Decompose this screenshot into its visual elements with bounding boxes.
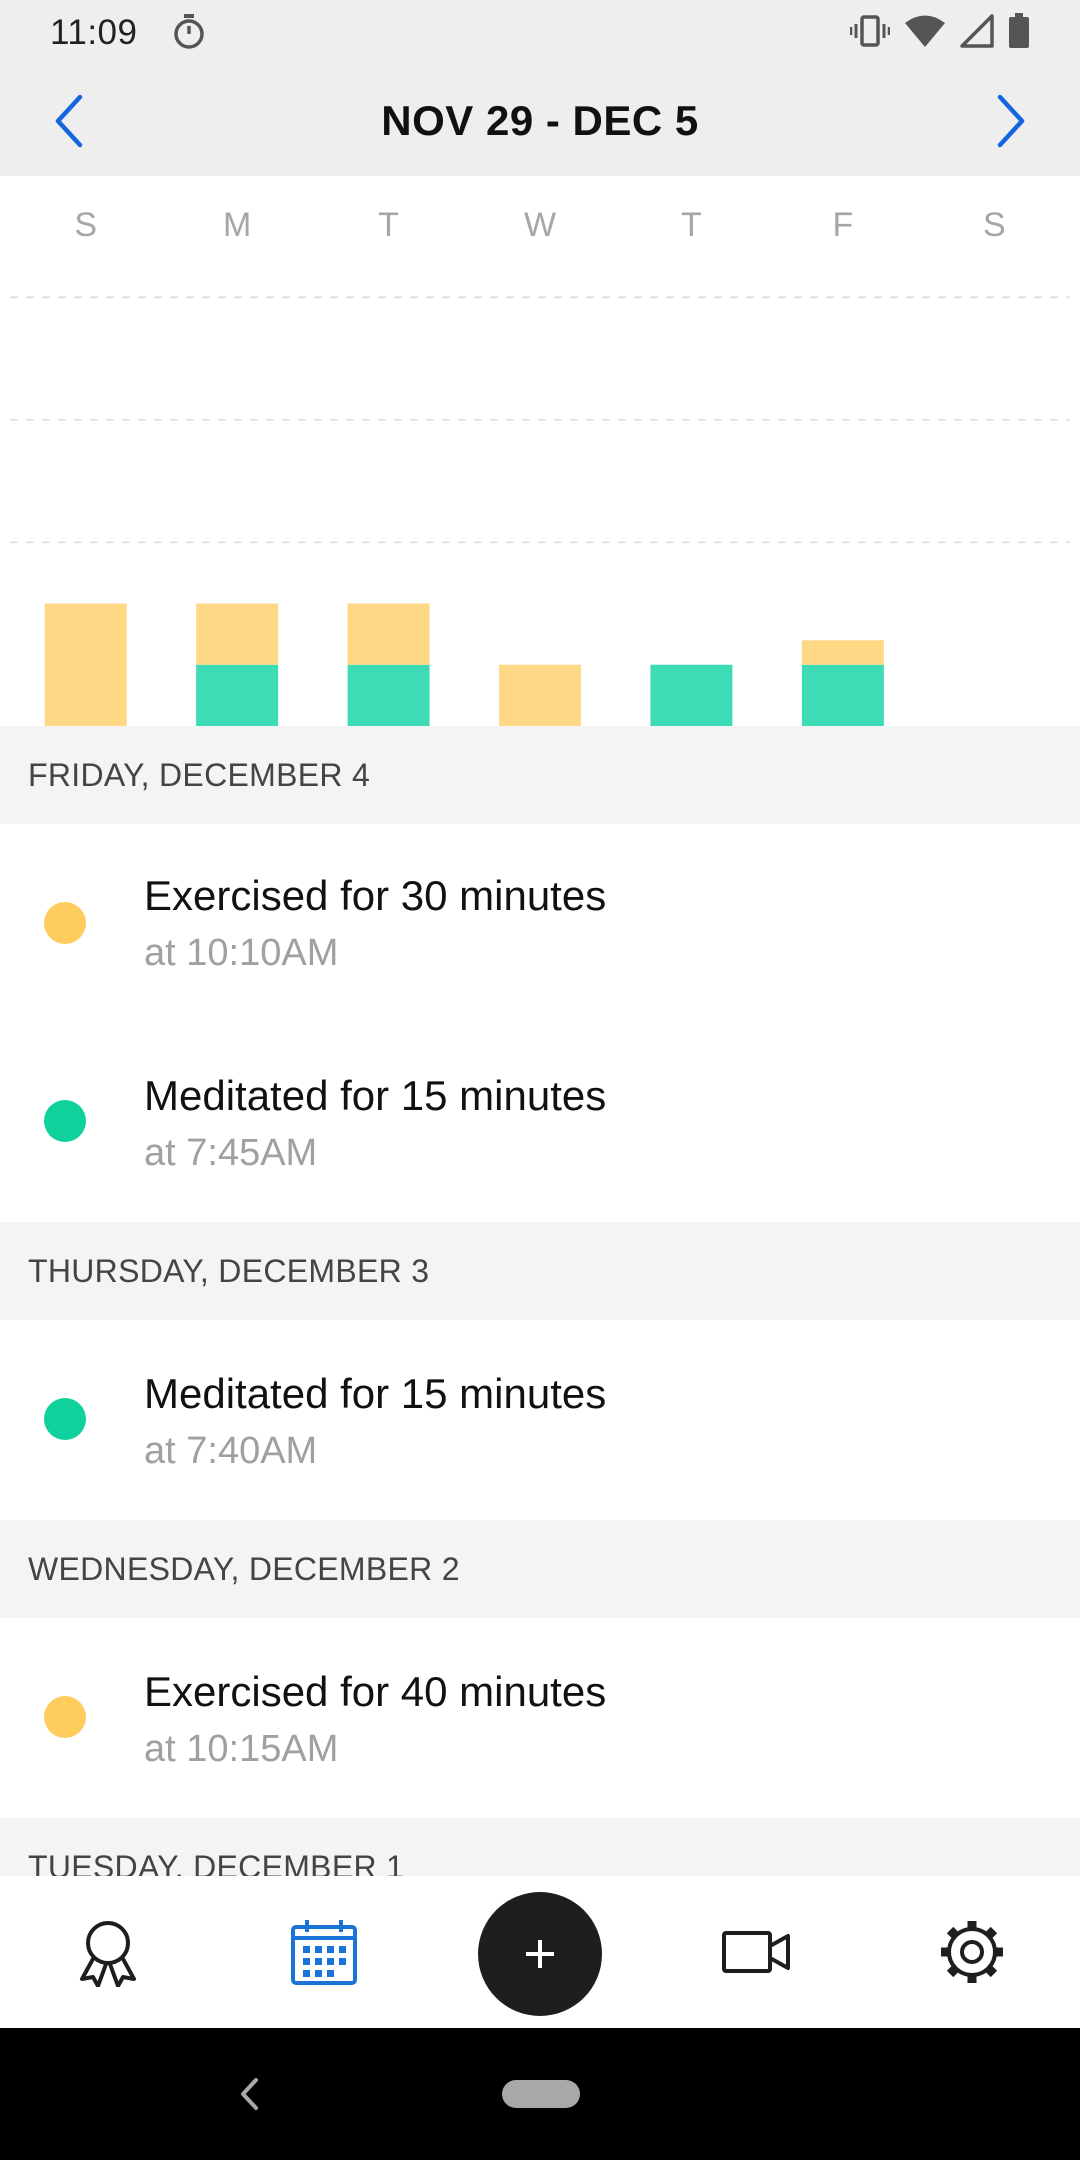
wifi-icon <box>904 14 946 53</box>
exercise-dot-icon <box>44 1696 86 1738</box>
status-time: 11:09 <box>50 13 138 52</box>
status-right <box>849 12 1030 54</box>
meditation-dot-icon <box>44 1100 86 1142</box>
calendar-icon <box>291 1920 357 1985</box>
signal-icon <box>960 13 994 53</box>
bar-segment-exercise[interactable] <box>347 603 430 665</box>
list-item[interactable]: Exercised for 30 minutes at 10:10AM <box>0 824 1080 1022</box>
screen: 11:09 NOV 29 - DEC 5 S M T W T F S FRIDA… <box>0 0 1080 2160</box>
bar-segment-meditation[interactable] <box>196 664 279 726</box>
status-left: 11:09 <box>50 13 206 54</box>
system-home-button[interactable] <box>501 2030 581 2158</box>
section-header: THURSDAY, DECEMBER 3 <box>0 1222 1080 1320</box>
home-icon <box>502 2080 580 2108</box>
meditation-dot-icon <box>44 1398 86 1440</box>
bar-segment-meditation[interactable] <box>347 664 430 726</box>
week-range-title: NOV 29 - DEC 5 <box>381 97 699 144</box>
entry-time: at 10:15AM <box>144 1728 339 1770</box>
settings-icon <box>941 1921 1003 1983</box>
bar-segment-meditation[interactable] <box>801 664 884 726</box>
chevron-left-icon <box>55 94 83 148</box>
bar-segment-exercise[interactable] <box>44 603 127 727</box>
section-header: WEDNESDAY, DECEMBER 2 <box>0 1520 1080 1618</box>
week-header: NOV 29 - DEC 5 <box>0 66 1080 176</box>
entry-title: Meditated for 15 minutes <box>144 1072 607 1119</box>
entry-title: Exercised for 40 minutes <box>144 1668 607 1715</box>
entry-title: Meditated for 15 minutes <box>144 1370 607 1417</box>
weekly-bar-chart <box>10 296 1070 727</box>
battery-icon <box>1008 12 1030 54</box>
weekly-chart: SMTWTFS <box>0 176 1080 726</box>
list-item[interactable]: Meditated for 15 minutes at 7:45AM <box>0 1022 1080 1220</box>
entry-title: Exercised for 30 minutes <box>144 872 607 919</box>
activity-list: FRIDAY, DECEMBER 4 Exercised for 30 minu… <box>0 726 1080 1876</box>
entry-time: at 7:45AM <box>144 1132 318 1174</box>
section-header: FRIDAY, DECEMBER 4 <box>0 726 1080 824</box>
vibrate-icon <box>849 14 891 53</box>
previous-week-button[interactable] <box>30 81 110 161</box>
status-bar: 11:09 <box>0 0 1080 66</box>
chevron-right-icon <box>997 94 1025 148</box>
exercise-dot-icon <box>44 902 86 944</box>
system-navigation-bar <box>0 2028 1080 2160</box>
nav-calendar-button[interactable] <box>244 1876 404 2028</box>
badge-icon <box>80 1921 136 1987</box>
section-header: TUESDAY, DECEMBER 1 <box>0 1818 1080 1876</box>
bar-segment-exercise[interactable] <box>801 640 884 665</box>
bar-segment-meditation[interactable] <box>650 664 733 726</box>
nav-video-button[interactable] <box>676 1876 836 2028</box>
list-item[interactable]: Exercised for 40 minutes at 10:15AM <box>0 1618 1080 1816</box>
entry-time: at 7:40AM <box>144 1430 318 1472</box>
entry-time: at 10:10AM <box>144 932 339 974</box>
add-icon <box>526 1940 554 1968</box>
back-icon <box>241 2078 258 2110</box>
bar-segment-exercise[interactable] <box>196 603 279 665</box>
next-week-button[interactable] <box>970 81 1050 161</box>
system-back-button[interactable] <box>220 2064 280 2124</box>
nav-achievements-button[interactable] <box>28 1876 188 2028</box>
bar-segment-exercise[interactable] <box>499 664 581 726</box>
add-entry-button[interactable] <box>478 1892 602 2016</box>
bottom-navigation <box>0 1876 1080 2028</box>
nav-settings-button[interactable] <box>892 1876 1052 2028</box>
stopwatch-icon <box>172 13 206 54</box>
video-icon <box>722 1931 790 1973</box>
list-item[interactable]: Meditated for 15 minutes at 7:40AM <box>0 1320 1080 1518</box>
